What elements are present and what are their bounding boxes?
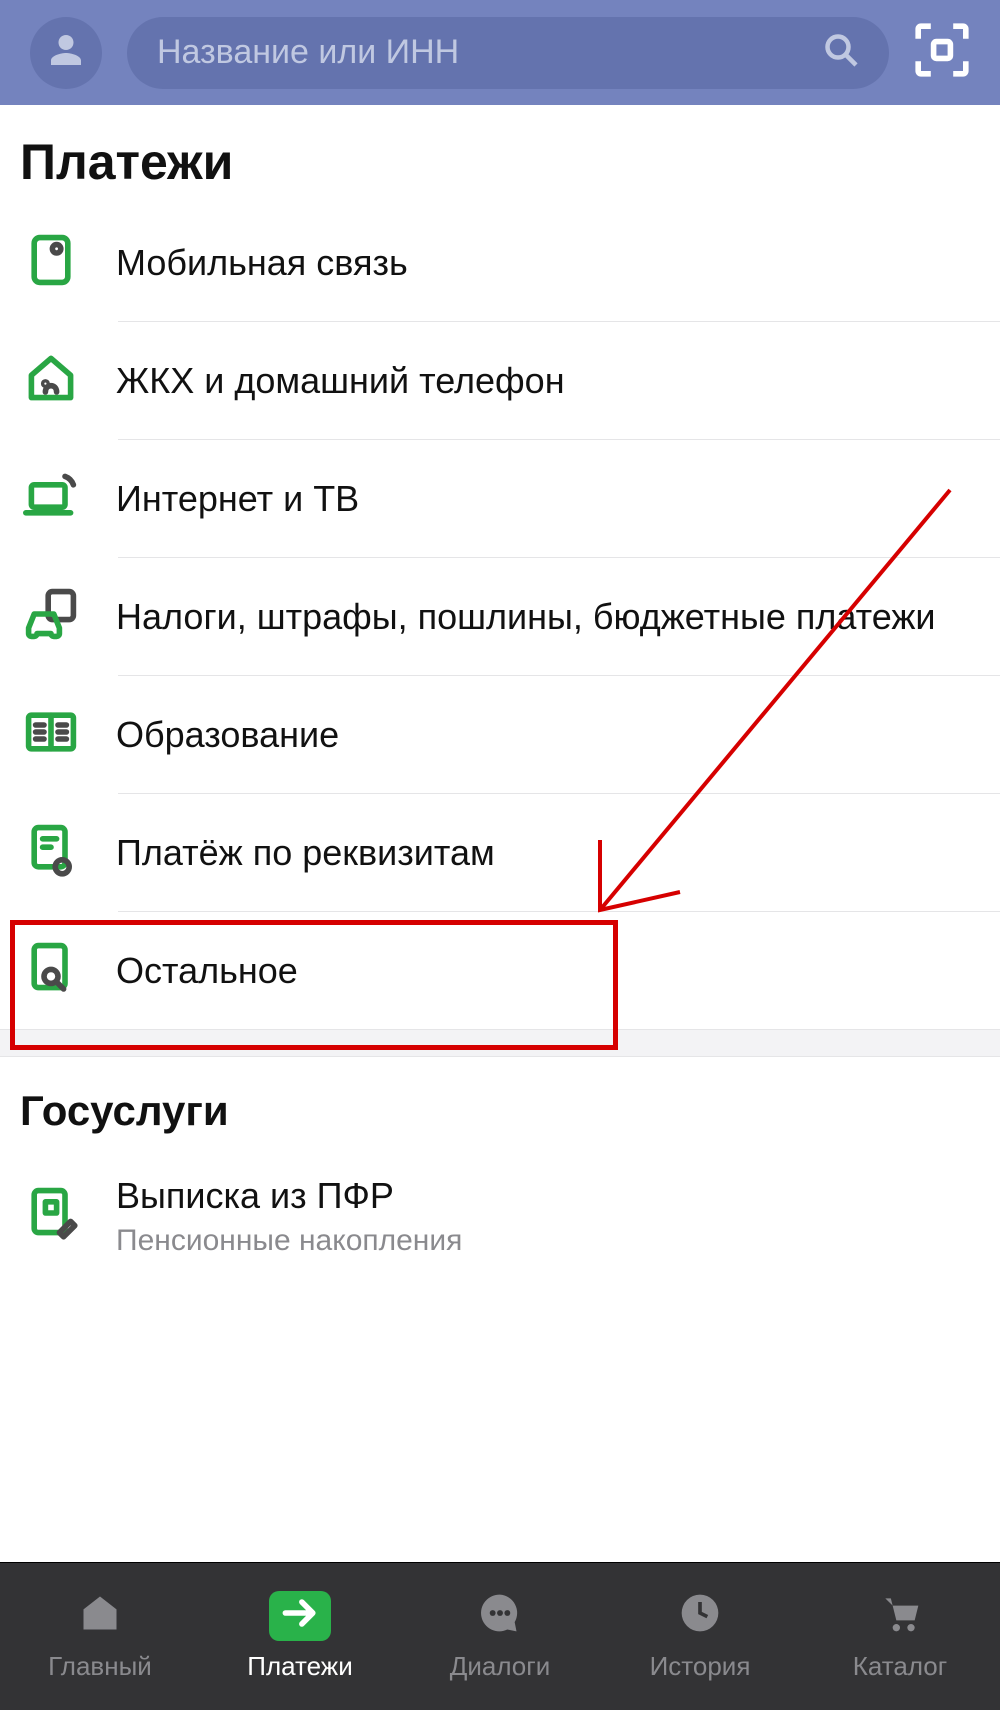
list-item-sublabel: Пенсионные накопления	[116, 1224, 462, 1258]
qr-icon	[914, 65, 970, 82]
section-title-gosuslugi: Госуслуги	[0, 1057, 1000, 1149]
list-item-label: Остальное	[116, 948, 298, 993]
tab-dialogs[interactable]: Диалоги	[400, 1591, 600, 1682]
list-item-pfr[interactable]: Выписка из ПФР Пенсионные накопления	[0, 1149, 1000, 1282]
house-phone-icon	[23, 350, 79, 411]
list-item-label: Платёж по реквизитам	[116, 830, 495, 875]
tab-home[interactable]: Главный	[0, 1591, 200, 1682]
section-divider	[0, 1029, 1000, 1057]
doc-pencil-icon	[23, 1185, 79, 1246]
search-placeholder: Название или ИНН	[157, 33, 809, 72]
tab-label: Каталог	[853, 1651, 948, 1682]
list-item-taxes[interactable]: Налоги, штрафы, пошлины, бюджетные плате…	[0, 557, 1000, 675]
arrow-right-icon	[278, 1591, 322, 1642]
search-bar[interactable]: Название или ИНН	[127, 17, 889, 89]
tab-label: История	[650, 1651, 751, 1682]
list-item-label: ЖКХ и домашний телефон	[116, 358, 565, 403]
tab-label: Платежи	[247, 1651, 352, 1682]
search-icon	[823, 32, 859, 73]
list-item-mobile[interactable]: Мобильная связь	[0, 203, 1000, 321]
tab-catalog[interactable]: Каталог	[800, 1591, 1000, 1682]
list-item-label: Налоги, штрафы, пошлины, бюджетные плате…	[116, 594, 936, 639]
chat-icon	[478, 1591, 522, 1642]
bottom-tab-bar: Главный Платежи Диалоги История Каталог	[0, 1562, 1000, 1710]
list-item-education[interactable]: Образование	[0, 675, 1000, 793]
list-item-utilities[interactable]: ЖКХ и домашний телефон	[0, 321, 1000, 439]
list-item-label: Образование	[116, 712, 339, 757]
profile-avatar-button[interactable]	[30, 17, 102, 89]
list-item-label: Интернет и ТВ	[116, 476, 359, 521]
page-title-payments: Платежи	[0, 105, 1000, 203]
doc-magnify-icon	[23, 940, 79, 1001]
list-item-label: Выписка из ПФР	[116, 1173, 462, 1218]
qr-scan-button[interactable]	[914, 22, 970, 83]
tab-payments[interactable]: Платежи	[200, 1591, 400, 1682]
document-search-icon	[23, 822, 79, 883]
list-item-label: Мобильная связь	[116, 240, 408, 285]
laptop-wifi-icon	[23, 468, 79, 529]
home-icon	[78, 1591, 122, 1642]
book-icon	[23, 704, 79, 765]
list-item-requisites[interactable]: Платёж по реквизитам	[0, 793, 1000, 911]
clock-icon	[678, 1591, 722, 1642]
mobile-icon	[23, 232, 79, 293]
cart-icon	[878, 1591, 922, 1642]
list-item-other[interactable]: Остальное	[0, 911, 1000, 1029]
car-doc-icon	[23, 586, 79, 647]
tab-label: Главный	[48, 1651, 152, 1682]
person-icon	[48, 32, 84, 73]
tab-label: Диалоги	[450, 1651, 551, 1682]
list-item-internet[interactable]: Интернет и ТВ	[0, 439, 1000, 557]
payments-list: Мобильная связь ЖКХ и домашний телефон И…	[0, 203, 1000, 1029]
app-header: Название или ИНН	[0, 0, 1000, 105]
tab-history[interactable]: История	[600, 1591, 800, 1682]
gosuslugi-list: Выписка из ПФР Пенсионные накопления	[0, 1149, 1000, 1282]
